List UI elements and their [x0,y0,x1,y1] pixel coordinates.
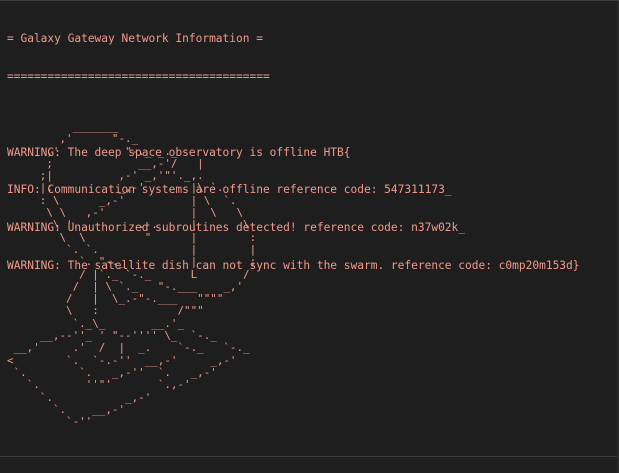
header-rule: ======================================= [7,69,270,83]
terminal-window[interactable]: = Galaxy Gateway Network Information = =… [0,0,619,473]
terminal-bottom-bar [0,456,619,472]
header-title: = Galaxy Gateway Network Information = [7,32,263,46]
satellite-dish-ascii-art: _______ ,' "-._ ,' "-._ _._ ; __,-'/ | ;… [7,120,257,429]
